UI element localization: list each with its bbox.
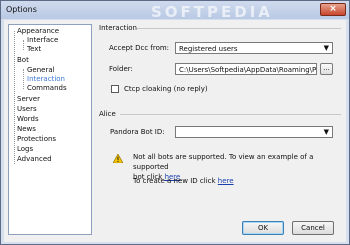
tree-item-news[interactable]: News [17, 125, 36, 134]
pandora-bot-id-label: Pandora Bot ID: [110, 128, 165, 136]
interaction-section-title: Interaction [99, 24, 137, 32]
dialog-body: Appearance Interface Text Bot General In… [4, 20, 346, 242]
tree-connector [23, 69, 24, 89]
tree-item-words[interactable]: Words [17, 115, 39, 124]
tree-item-commands[interactable]: Commands [27, 84, 67, 93]
accept-dcc-select[interactable]: Registered users ▼ [175, 42, 333, 54]
tree-item-interface[interactable]: Interface [27, 36, 58, 45]
folder-value: C:\Users\Softpedia\AppData\Roaming\Pmo [179, 66, 317, 74]
tree-item-advanced[interactable]: Advanced [17, 155, 52, 164]
close-button[interactable]: × [320, 3, 346, 16]
tree-item-text[interactable]: Text [27, 45, 41, 54]
cancel-button[interactable]: Cancel [292, 221, 334, 235]
bot-support-note-line1: Not all bots are supported. To view an e… [133, 153, 314, 171]
tree-item-appearance[interactable]: Appearance [17, 27, 59, 36]
section-divider [120, 114, 341, 115]
accept-dcc-value: Registered users [179, 45, 238, 53]
title-bar[interactable]: Options SOFTPEDIA × [1, 1, 349, 21]
folder-label: Folder: [109, 65, 133, 73]
create-id-link[interactable]: here [218, 177, 234, 185]
options-window: Options SOFTPEDIA × Appearance Interface… [0, 0, 350, 245]
ctcp-cloaking-checkbox[interactable] [111, 85, 119, 93]
tree-connector [23, 40, 24, 50]
chevron-down-icon[interactable]: ▼ [324, 44, 329, 52]
tree-item-logs[interactable]: Logs [17, 145, 33, 154]
window-title: Options [6, 5, 37, 14]
ok-button[interactable]: OK [242, 221, 284, 235]
options-tree[interactable]: Appearance Interface Text Bot General In… [8, 24, 92, 235]
pandora-bot-id-select[interactable]: ▼ [175, 126, 333, 138]
tree-item-general[interactable]: General [27, 66, 55, 75]
create-id-note: To create a new ID click here [133, 176, 234, 186]
tree-item-bot[interactable]: Bot [17, 56, 29, 65]
chevron-down-icon[interactable]: ▼ [324, 128, 329, 136]
warning-icon [113, 154, 123, 163]
alice-section-title: Alice [99, 110, 116, 118]
ctcp-cloaking-label[interactable]: Ctcp cloaking (no reply) [124, 85, 208, 93]
browse-folder-button[interactable]: ... [320, 63, 333, 75]
tree-item-interaction[interactable]: Interaction [27, 75, 65, 84]
tree-connector [14, 31, 15, 164]
tree-item-protections[interactable]: Protections [17, 135, 56, 144]
section-divider [137, 28, 341, 29]
accept-dcc-label: Accept Dcc from: [109, 44, 170, 52]
create-id-prefix: To create a new ID click [133, 177, 218, 185]
folder-input[interactable]: C:\Users\Softpedia\AppData\Roaming\Pmo [175, 63, 317, 75]
tree-item-server[interactable]: Server [17, 95, 40, 104]
tree-item-users[interactable]: Users [17, 105, 37, 114]
softpedia-watermark: SOFTPEDIA [151, 3, 273, 21]
